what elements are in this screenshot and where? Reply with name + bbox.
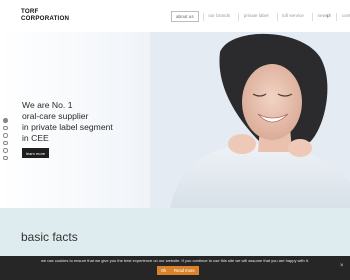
- slider-dot[interactable]: [3, 155, 8, 160]
- slider-dot[interactable]: [3, 118, 8, 123]
- nav-contact[interactable]: contact: [338, 11, 350, 22]
- basic-facts-section: basic facts: [0, 208, 350, 256]
- slider-dot[interactable]: [3, 125, 8, 130]
- site-header: TORF CORPORATION about us our brands pri…: [0, 0, 350, 32]
- hero-line-4: in CEE: [22, 133, 49, 143]
- nav-private-label[interactable]: private label: [240, 11, 273, 22]
- nav-about-us[interactable]: about us: [171, 11, 199, 22]
- language-switch[interactable]: pl: [327, 13, 331, 18]
- hero-line-2: oral-care supplier: [22, 111, 89, 121]
- hero-slider: We are No. 1 oral-care supplier in priva…: [0, 32, 350, 208]
- site-logo[interactable]: TORF CORPORATION: [21, 8, 70, 22]
- slider-dot[interactable]: [3, 133, 8, 138]
- nav-toll-service[interactable]: toll service: [278, 11, 308, 22]
- nav-divider: [336, 12, 337, 21]
- hero-line-3: in private label segment: [22, 122, 113, 132]
- cookie-message: we use cookies to ensure that we give yo…: [41, 258, 309, 263]
- logo-line-2: CORPORATION: [21, 14, 70, 22]
- hero-photo-woman-smiling: [150, 32, 350, 208]
- learn-more-button[interactable]: learn more: [22, 148, 50, 158]
- hero-headline: We are No. 1 oral-care supplier in priva…: [22, 100, 113, 144]
- nav-divider: [238, 12, 239, 21]
- cookie-read-more-button[interactable]: Read more: [170, 266, 199, 275]
- slider-dots: [3, 118, 8, 160]
- main-nav: about us our brands private label toll s…: [171, 11, 350, 22]
- slider-dot[interactable]: [3, 148, 8, 153]
- nav-divider: [202, 12, 204, 21]
- nav-our-brands[interactable]: our brands: [204, 11, 234, 22]
- cookie-ok-button[interactable]: Ok: [157, 266, 171, 275]
- slider-dot[interactable]: [3, 140, 8, 145]
- close-icon[interactable]: ×: [340, 263, 344, 269]
- nav-divider: [276, 12, 278, 21]
- hero-line-1: We are No. 1: [22, 100, 73, 110]
- nav-divider: [311, 12, 313, 21]
- section-title: basic facts: [21, 230, 78, 244]
- cookie-banner: we use cookies to ensure that we give yo…: [0, 256, 350, 280]
